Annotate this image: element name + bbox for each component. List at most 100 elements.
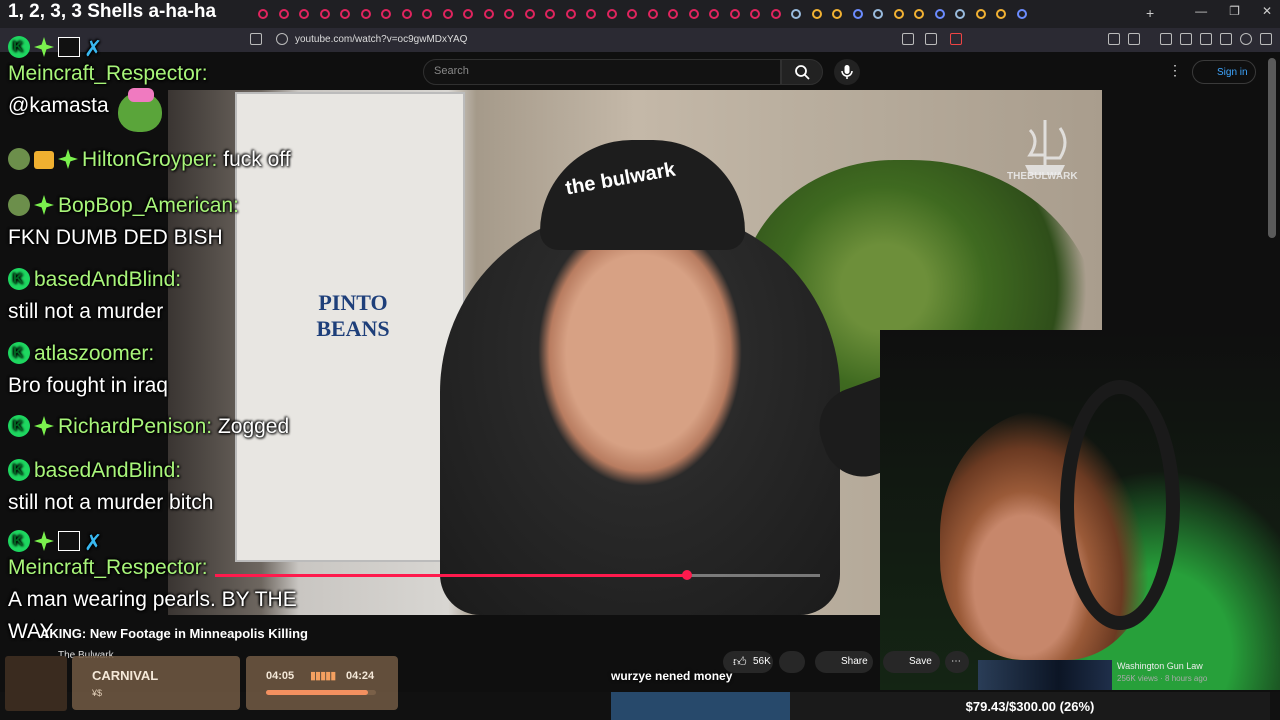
window-controls[interactable]: — ❐ ✕ xyxy=(1195,4,1272,18)
pinned-tab-icon[interactable] xyxy=(381,9,391,19)
pinned-tab-icon[interactable] xyxy=(504,9,514,19)
pinned-tab-icon[interactable] xyxy=(975,9,986,19)
dislike-button[interactable] xyxy=(779,651,805,673)
video-host xyxy=(440,210,840,615)
search-input[interactable] xyxy=(423,59,781,85)
pinned-tab-icon[interactable] xyxy=(606,9,617,19)
save-button[interactable]: Save xyxy=(883,651,940,673)
chat-username[interactable]: BopBop_American: xyxy=(58,194,239,217)
chat-header: HiltonGroyper: fuck off xyxy=(8,148,291,172)
new-tab-icon[interactable]: + xyxy=(1146,5,1154,21)
more-options-icon[interactable]: ⋮ xyxy=(1168,62,1182,79)
pinned-tab-icon[interactable] xyxy=(914,9,924,19)
pinned-tab-icon[interactable] xyxy=(627,9,637,19)
user-avatar-icon xyxy=(8,194,30,216)
video-title-text: New Footage in Minneapolis Killing xyxy=(89,626,308,641)
track-name: CARNIVAL xyxy=(92,668,159,683)
pinned-tab-icon[interactable] xyxy=(340,9,350,19)
minimize-icon[interactable]: — xyxy=(1195,4,1207,18)
pinned-tab-icon[interactable] xyxy=(647,9,658,19)
pinned-tab-icon[interactable] xyxy=(893,9,904,19)
cast-icon[interactable] xyxy=(902,33,914,45)
pinned-tab-icon[interactable] xyxy=(873,9,883,19)
chat-text: Bro fought in iraq xyxy=(8,374,168,397)
pinned-tab-icon[interactable] xyxy=(688,9,699,19)
track-progress-fill xyxy=(266,690,369,695)
address-bar[interactable] xyxy=(0,28,1280,52)
poster-text: PINTO BEANS xyxy=(316,290,390,341)
kick-badge-icon xyxy=(8,36,30,58)
pinned-tab-icon[interactable] xyxy=(299,9,309,19)
pinned-tab-icon[interactable] xyxy=(545,9,555,19)
chat-username[interactable]: basedAndBlind: xyxy=(34,459,181,482)
menu-icon[interactable] xyxy=(1260,33,1272,45)
recommended-channel[interactable]: Washington Gun Law xyxy=(1117,661,1203,671)
extensions-icon[interactable] xyxy=(1108,33,1120,45)
ai-icon[interactable] xyxy=(1220,33,1232,45)
pinned-tab-icon[interactable] xyxy=(483,9,494,19)
save-label: Save xyxy=(909,656,932,667)
thumbs-up-icon: 👍︎ xyxy=(733,654,747,669)
pinned-tab-icon[interactable] xyxy=(258,9,268,19)
screenshot-icon[interactable] xyxy=(1128,33,1140,45)
pinned-tab-icon[interactable] xyxy=(791,9,801,19)
pinned-tab-icon[interactable] xyxy=(442,9,453,19)
site-info-icon[interactable] xyxy=(276,33,288,45)
chat-header: ✗ xyxy=(8,530,102,556)
chat-username[interactable]: atlaszoomer: xyxy=(34,342,154,365)
share-icon[interactable] xyxy=(925,33,937,45)
pinned-tab-icon[interactable] xyxy=(729,9,740,19)
pinned-tab-icon[interactable] xyxy=(709,9,719,19)
sign-in-button[interactable]: Sign in xyxy=(1192,60,1256,84)
pinned-tab-icon[interactable] xyxy=(401,9,412,19)
url-text[interactable]: youtube.com/watch?v=oc9gwMDxYAQ xyxy=(295,34,467,45)
page-scrollbar[interactable] xyxy=(1268,58,1276,238)
pinned-tab-icon[interactable] xyxy=(811,9,822,19)
pinned-tab-icon[interactable] xyxy=(852,9,863,19)
chat-text: Zogged xyxy=(217,415,290,438)
pinned-tab-icon[interactable] xyxy=(565,9,576,19)
pinned-tab-icon[interactable] xyxy=(770,9,781,19)
recommended-video-thumbnail[interactable] xyxy=(978,660,1112,690)
restore-icon[interactable]: ❐ xyxy=(1229,4,1240,18)
close-icon[interactable]: ✕ xyxy=(1262,4,1272,18)
video-title[interactable]: AKING: New Footage in Minneapolis Killin… xyxy=(40,626,308,641)
chat-username[interactable]: RichardPenison: xyxy=(58,415,212,438)
pinned-tab-icon[interactable] xyxy=(422,9,432,19)
brave-shield-icon[interactable] xyxy=(950,33,962,45)
chat-username[interactable]: Meincraft_Respector: xyxy=(8,556,208,580)
search-placeholder: Search xyxy=(434,65,469,77)
search-button[interactable] xyxy=(781,59,823,85)
pinned-tab-icon[interactable] xyxy=(1016,9,1027,19)
chat-username[interactable]: HiltonGroyper: xyxy=(82,148,217,171)
kick-badge-icon xyxy=(8,530,30,552)
pinned-tab-icon[interactable] xyxy=(955,9,965,19)
gift-badge-icon xyxy=(34,151,54,169)
chat-username[interactable]: Meincraft_Respector: xyxy=(8,62,208,86)
bookmark-icon[interactable] xyxy=(250,33,262,45)
chat-text: A man wearing pearls. BY THE xyxy=(8,588,297,611)
pinned-tab-icon[interactable] xyxy=(524,9,535,19)
pinned-tab-icon[interactable] xyxy=(750,9,760,19)
chat-header: RichardPenison: Zogged xyxy=(8,415,289,439)
video-progress-handle[interactable] xyxy=(681,570,692,580)
pinned-tab-icon[interactable] xyxy=(586,9,596,19)
music-icon[interactable] xyxy=(1160,33,1172,45)
pinned-tab-icon[interactable] xyxy=(934,9,945,19)
tab-title[interactable]: 1, 2, 3, 3 Shells a-ha-ha xyxy=(8,1,216,23)
share-button[interactable]: Share xyxy=(815,651,873,673)
pinned-tab-icon[interactable] xyxy=(319,9,330,19)
sidebar-icon[interactable] xyxy=(1180,33,1192,45)
pinned-tab-icon[interactable] xyxy=(832,9,842,19)
pinned-tab-icon[interactable] xyxy=(360,9,371,19)
pinned-tab-icon[interactable] xyxy=(668,9,678,19)
voice-search-button[interactable] xyxy=(834,59,860,85)
pinned-tab-icon[interactable] xyxy=(278,9,289,19)
wallet-icon[interactable] xyxy=(1200,33,1212,45)
share-label: Share xyxy=(841,656,868,667)
pinned-tab-icon[interactable] xyxy=(463,9,473,19)
pinned-tab-icon[interactable] xyxy=(996,9,1006,19)
chat-username[interactable]: basedAndBlind: xyxy=(34,268,181,291)
more-actions-button[interactable]: ⋯ xyxy=(945,651,969,673)
vpn-icon[interactable] xyxy=(1240,33,1252,45)
